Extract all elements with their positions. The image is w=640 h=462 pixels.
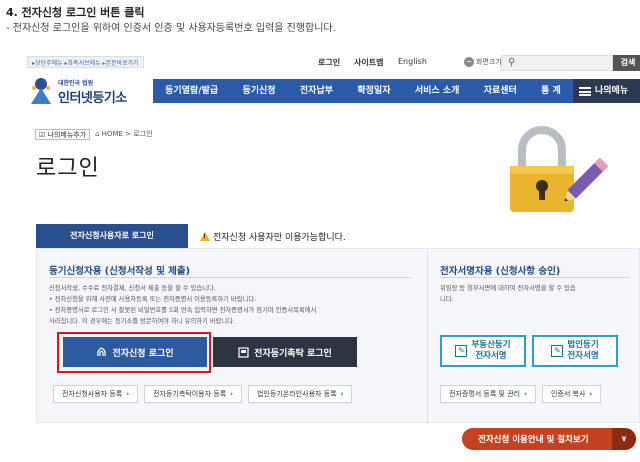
register-e-trust-user-link[interactable]: 전자등기촉탁이용자 등록 › (144, 385, 243, 403)
corp-e-sign-button[interactable]: ✎ 법인등기 전자서명 (532, 335, 618, 367)
add-my-menu-label: 나의메뉴추가 (47, 131, 87, 139)
nav-item-e-payment[interactable]: 전자납부 (288, 79, 345, 103)
e-application-guide-button[interactable]: 전자신청 이용안내 및 절차보기 ∨ (462, 428, 636, 450)
tab-e-applicant-login[interactable]: 전자신청사용자로 로그인 (36, 224, 188, 248)
applicant-footer-links: 전자신청사용자 등록 › 전자등기촉탁이용자 등록 › 법인등기온라인사용자 등록 › (53, 385, 353, 403)
court-emblem-icon (31, 78, 51, 104)
corp-e-sign-line: 전자서명 (567, 351, 599, 361)
e-registry-trust-login-button[interactable]: 전자등기촉탁 로그인 (213, 337, 357, 367)
highlight-box (57, 332, 211, 373)
signer-footer-links: 전자증명서 등록 및 관리 › 인증서 복사 › (440, 385, 602, 403)
zoom-out-button[interactable]: − (464, 57, 474, 67)
nav-item-statistics[interactable]: 통 계 (529, 79, 573, 103)
chevron-right-icon: › (524, 390, 527, 398)
register-corp-online-user-link[interactable]: 법인등기온라인사용자 등록 › (248, 385, 353, 403)
logo-title: 인터넷등기소 (58, 91, 127, 106)
hamburger-icon (579, 86, 591, 96)
breadcrumb: ⌂ HOME > 로그인 (95, 129, 153, 139)
search-button[interactable]: 검색 (613, 55, 640, 71)
add-my-menu-button[interactable]: ☑ 나의메뉴추가 (35, 129, 91, 140)
instruction-desc: - 전자신청 로그인을 위하여 인증서 인증 및 사용자등록번호 입력을 진행합… (6, 23, 336, 34)
register-e-applicant-link[interactable]: 전자신청사용자 등록 › (53, 385, 139, 403)
logo-subtitle: 대한민국 법원 (58, 80, 94, 87)
register-e-applicant-label: 전자신청사용자 등록 (62, 390, 123, 398)
home-icon: ⌂ (95, 130, 102, 138)
signer-desc-line: 니다. (440, 296, 454, 303)
applicant-desc-line: 사라집니다. 이 경우에는 등기소를 방문하여야 하니 유의하기 바랍니다. (49, 318, 236, 325)
register-e-trust-user-label: 전자등기촉탁이용자 등록 (153, 390, 227, 398)
e-certificate-manage-label: 전자증명서 등록 및 관리 (449, 390, 521, 398)
screenshot-area: ▸상단주메뉴 ▸좌측서브메뉴 ▸본문바로가기 로그인 사이트맵 English … (20, 52, 640, 462)
signer-panel: 전자서명자용 (신청사항 승인) 위임장 등 첨부서면에 대하여 전자서명을 할… (427, 249, 639, 424)
tab-notice-text: 전자신청 사용자만 이용가능합니다. (213, 233, 346, 243)
warning-icon: ! (200, 232, 210, 241)
chevron-right-icon: › (589, 390, 593, 398)
applicant-desc-line: 신청서작성, 수수료 전자결제, 신청서 제출 등을 할 수 있습니다. (49, 285, 216, 292)
chevron-right-icon: › (340, 390, 344, 398)
nav-item-fixed-date[interactable]: 확정일자 (345, 79, 402, 103)
corp-e-sign-label: 법인등기 전자서명 (567, 340, 598, 362)
document-icon (238, 346, 249, 358)
signer-heading: 전자서명자용 (신청사항 승인) (440, 266, 561, 277)
certificate-copy-label: 인증서 복사 (550, 390, 586, 398)
chevron-down-icon[interactable]: ∨ (612, 428, 636, 450)
e-application-guide-label: 전자신청 이용안내 및 절차보기 (478, 435, 589, 445)
realty-e-sign-button[interactable]: ✎ 부동산등기 전자서명 (440, 335, 526, 367)
login-link[interactable]: 로그인 (318, 57, 340, 68)
sitemap-link[interactable]: 사이트맵 (354, 57, 383, 68)
english-link[interactable]: English (398, 57, 427, 66)
nav-item-registry-apply[interactable]: 등기신청 (230, 79, 287, 103)
realty-e-sign-label: 부동산등기 전자서명 (471, 340, 510, 362)
e-registry-trust-login-label: 전자등기촉탁 로그인 (254, 348, 332, 359)
tab-notice: ! 전자신청 사용자만 이용가능합니다. (200, 230, 346, 243)
my-menu-button[interactable]: 나의메뉴 (573, 79, 640, 103)
realty-e-sign-line: 부동산등기 (471, 340, 511, 350)
check-icon: ☑ (39, 131, 46, 139)
nav-item-registry-view[interactable]: 등기열람/발급 (153, 79, 230, 103)
applicant-heading: 등기신청자용 (신청서작성 및 제출) (49, 266, 190, 277)
applicant-desc-line: • 전자신청을 위해 사전에 사용자등록 또는 전자증명서 이용등록하기 바랍니… (49, 296, 257, 303)
nav-item-resources[interactable]: 자료센터 (472, 79, 529, 103)
site-logo[interactable]: 대한민국 법원 인터넷등기소 (28, 74, 148, 110)
corp-e-sign-line: 법인등기 (567, 340, 599, 350)
pencil-icon: ✎ (551, 345, 564, 357)
divider (49, 277, 411, 278)
realty-e-sign-line: 전자서명 (475, 351, 507, 361)
my-menu-label: 나의메뉴 (595, 86, 629, 96)
applicant-desc-line: • 전자증명서로 로그인 시 잘못된 비밀번호를 5회 연속 입력하면 전자증명… (49, 307, 317, 314)
lock-pencil-icon (510, 126, 609, 212)
zoom-label: 화면크기 (476, 58, 502, 66)
search-icon: ⚲ (508, 57, 516, 68)
instruction-title: 4. 전자신청 로그인 버튼 클릭 (6, 6, 145, 19)
register-corp-online-user-label: 법인등기온라인사용자 등록 (257, 390, 337, 398)
search-input[interactable]: ⚲ (501, 55, 613, 71)
breadcrumb-path: HOME > 로그인 (101, 130, 153, 138)
signer-desc-line: 위임장 등 첨부서면에 대하여 전자서명을 할 수 있습 (440, 285, 576, 292)
page-title: 로그인 (36, 156, 100, 181)
pencil-icon: ✎ (455, 345, 468, 357)
divider (440, 277, 630, 278)
chevron-right-icon: › (230, 390, 234, 398)
certificate-copy-link[interactable]: 인증서 복사 › (541, 385, 602, 403)
login-panels: 등기신청자용 (신청서작성 및 제출) 신청서작성, 수수료 전자결제, 신청서… (36, 248, 640, 424)
chevron-right-icon: › (126, 390, 130, 398)
main-nav: 등기열람/발급 등기신청 전자납부 확정일자 서비스 소개 자료센터 통 계 (153, 79, 573, 103)
e-certificate-manage-link[interactable]: 전자증명서 등록 및 관리 › (440, 385, 536, 403)
nav-item-service-intro[interactable]: 서비스 소개 (403, 79, 472, 103)
skip-links[interactable]: ▸상단주메뉴 ▸좌측서브메뉴 ▸본문바로가기 (27, 56, 144, 68)
applicant-panel: 등기신청자용 (신청서작성 및 제출) 신청서작성, 수수료 전자결제, 신청서… (37, 249, 421, 424)
